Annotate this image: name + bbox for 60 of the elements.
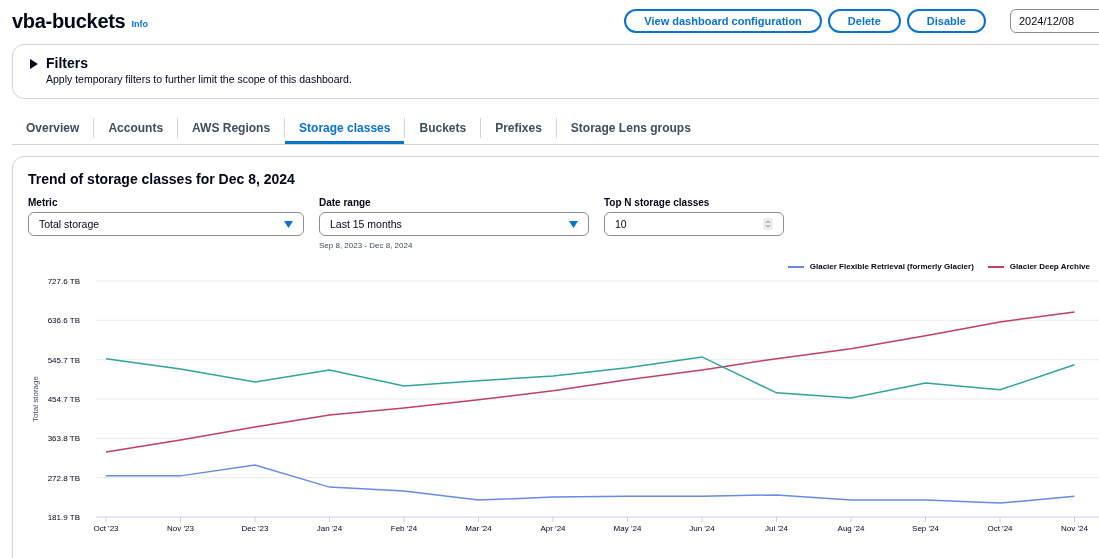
axis-title: Total storage	[31, 376, 40, 422]
action-button[interactable]: Disable	[906, 9, 986, 33]
legend-line-icon	[787, 265, 804, 268]
x-tick-label: Jan '24	[316, 524, 343, 533]
legend-label: Glacier Flexible Retrieval (formerly Glacier)	[809, 262, 974, 271]
y-tick-label: 636.6 TB	[47, 316, 80, 326]
y-tick-label: 727.6 TB	[47, 277, 80, 286]
y-tick-label: 545.7 TB	[47, 355, 80, 365]
expand-icon[interactable]	[29, 59, 38, 69]
x-tick-label: Nov '23	[167, 524, 194, 533]
x-tick	[1074, 516, 1075, 523]
page-title: vba-buckets	[12, 9, 126, 33]
x-tick-label: Sep '24	[912, 524, 939, 533]
caret-icon	[569, 220, 578, 228]
x-tick	[478, 516, 479, 523]
field-label: Date range	[319, 197, 372, 208]
caret-icon	[284, 220, 293, 228]
y-tick-label: 454.7 TB	[47, 395, 80, 404]
tab[interactable]: Storage classes	[285, 111, 405, 144]
card-title: Trend of storage classes for Dec 8, 2024	[28, 171, 296, 187]
field-label: Top N storage classes	[604, 197, 711, 208]
spinner-icon[interactable]	[763, 218, 773, 230]
select-field[interactable]: Total storage	[28, 212, 304, 236]
x-tick-label: Dec '23	[241, 524, 269, 533]
x-tick-label: Mar '24	[465, 524, 492, 533]
x-tick	[627, 516, 628, 523]
x-tick-label: Jun '24	[689, 524, 715, 533]
tab[interactable]: Prefixes	[481, 111, 556, 144]
action-button[interactable]: View dashboard configuration	[624, 9, 822, 33]
field-label: Metric	[28, 197, 59, 208]
x-tick-label: Feb '24	[390, 524, 418, 533]
action-button[interactable]: Delete	[827, 9, 901, 33]
x-tick-label: Apr '24	[540, 524, 566, 533]
info-link[interactable]: Info	[131, 19, 148, 29]
x-tick-label: Nov '24	[1061, 524, 1088, 533]
tab[interactable]: Storage Lens groups	[556, 111, 705, 144]
x-tick	[180, 516, 181, 523]
x-tick-label: Aug '24	[837, 524, 865, 533]
tab[interactable]: Accounts	[94, 111, 178, 144]
select-field[interactable]: Last 15 months	[319, 212, 589, 236]
filters-description: Apply temporary filters to further limit the scope of this dashboard.	[46, 73, 352, 85]
x-tick	[329, 516, 330, 523]
filters-title: Filters	[46, 55, 89, 71]
tab[interactable]: Overview	[12, 111, 94, 144]
x-tick	[925, 516, 926, 523]
date-range-hint: Sep 8, 2023 - Dec 8, 2024	[319, 241, 414, 250]
tab[interactable]: AWS Regions	[178, 111, 285, 144]
tab[interactable]: Buckets	[405, 111, 481, 144]
legend-line-icon	[987, 265, 1004, 268]
x-tick-label: May '24	[613, 524, 642, 533]
x-tick-label: Oct '23	[93, 524, 119, 533]
y-tick-label: 272.8 TB	[47, 473, 80, 483]
y-tick-label: 181.9 TB	[47, 513, 80, 522]
x-tick-label: Jul '24	[765, 524, 788, 533]
x-tick-label: Oct '24	[987, 524, 1013, 533]
legend-label: Glacier Deep Archive	[1009, 262, 1090, 271]
number-field[interactable]: 10	[604, 212, 784, 236]
date-field[interactable]: 2024/12/08	[1010, 9, 1099, 33]
y-tick-label: 363.8 TB	[47, 434, 80, 444]
x-tick	[776, 516, 777, 523]
